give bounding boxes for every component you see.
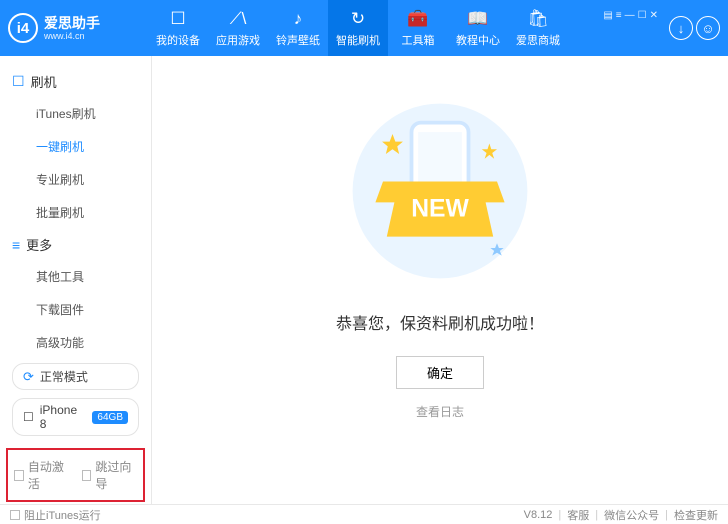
success-message: 恭喜您，保资料刷机成功啦！ (336, 310, 544, 334)
sidebar-item-batch-flash[interactable]: 批量刷机 (0, 196, 151, 229)
top-nav: ☐我的设备 ⟋\应用游戏 ♪铃声壁纸 ↻智能刷机 🧰工具箱 📖教程中心 🛍爱思商… (148, 0, 568, 56)
download-button[interactable]: ↓ (669, 16, 693, 40)
nav-store[interactable]: 🛍爱思商城 (508, 0, 568, 56)
view-log-link[interactable]: 查看日志 (416, 403, 464, 420)
nav-my-device[interactable]: ☐我的设备 (148, 0, 208, 56)
main-content: NEW 恭喜您，保资料刷机成功啦！ 确定 查看日志 (152, 56, 728, 504)
nav-flash[interactable]: ↻智能刷机 (328, 0, 388, 56)
sidebar-item-itunes-flash[interactable]: iTunes刷机 (0, 97, 151, 130)
success-illustration: NEW (345, 96, 535, 286)
nav-ringtones[interactable]: ♪铃声壁纸 (268, 0, 328, 56)
sidebar: ☐刷机 iTunes刷机 一键刷机 专业刷机 批量刷机 ≡更多 其他工具 下载固… (0, 56, 152, 504)
sidebar-item-firmware[interactable]: 下载固件 (0, 293, 151, 326)
menu-icon[interactable]: ≡ (616, 10, 622, 21)
support-link[interactable]: 客服 (567, 507, 589, 523)
phone-icon: ☐ (170, 9, 185, 29)
store-icon: 🛍 (527, 9, 549, 29)
group-flash[interactable]: ☐刷机 (0, 66, 151, 97)
book-icon: 📖 (467, 9, 488, 29)
skin-icon[interactable]: ▤ (603, 10, 612, 21)
list-icon: ≡ (12, 237, 20, 253)
sidebar-item-advanced[interactable]: 高级功能 (0, 326, 151, 359)
phone-icon: ☐ (23, 410, 34, 424)
checkbox-auto-activate[interactable]: 自动激活 (14, 458, 70, 492)
header-right: ▤ ≡ — ☐ ✕ ↓ ☺ (603, 16, 720, 40)
checkbox-block-itunes[interactable]: 阻止iTunes运行 (10, 507, 101, 523)
sync-icon: ⟳ (23, 369, 34, 385)
close-icon[interactable]: ✕ (650, 10, 658, 21)
group-more[interactable]: ≡更多 (0, 229, 151, 260)
checkbox-icon (14, 470, 24, 481)
app-name: 爱思助手 (44, 16, 100, 30)
device-mode[interactable]: ⟳正常模式 (12, 363, 139, 390)
checkbox-skip-guide[interactable]: 跳过向导 (82, 458, 138, 492)
highlight-box: 自动激活 跳过向导 (6, 448, 145, 502)
site-url: www.i4.cn (44, 32, 100, 41)
update-link[interactable]: 检查更新 (674, 507, 718, 523)
minimize-icon[interactable]: — (625, 10, 635, 21)
status-bar: 阻止iTunes运行 V8.12| 客服| 微信公众号| 检查更新 (0, 504, 728, 524)
title-bar: i4 爱思助手 www.i4.cn ☐我的设备 ⟋\应用游戏 ♪铃声壁纸 ↻智能… (0, 0, 728, 56)
apps-icon: ⟋\ (230, 9, 247, 29)
logo: i4 爱思助手 www.i4.cn (8, 13, 148, 43)
nav-tutorials[interactable]: 📖教程中心 (448, 0, 508, 56)
nav-toolbox[interactable]: 🧰工具箱 (388, 0, 448, 56)
refresh-icon: ↻ (351, 9, 365, 29)
storage-badge: 64GB (92, 411, 128, 424)
ringtone-icon: ♪ (294, 9, 303, 29)
checkbox-icon (10, 510, 20, 520)
svg-text:NEW: NEW (411, 196, 469, 223)
version-label: V8.12 (524, 509, 553, 521)
wechat-link[interactable]: 微信公众号 (604, 507, 659, 523)
device-row[interactable]: ☐ iPhone 8 64GB (12, 398, 139, 436)
phone-icon: ☐ (12, 73, 25, 90)
sidebar-item-oneclick-flash[interactable]: 一键刷机 (0, 130, 151, 163)
logo-icon: i4 (8, 13, 38, 43)
nav-apps[interactable]: ⟋\应用游戏 (208, 0, 268, 56)
sidebar-item-other-tools[interactable]: 其他工具 (0, 260, 151, 293)
checkbox-icon (82, 470, 92, 481)
user-button[interactable]: ☺ (696, 16, 720, 40)
maximize-icon[interactable]: ☐ (638, 10, 647, 21)
sidebar-item-pro-flash[interactable]: 专业刷机 (0, 163, 151, 196)
window-controls: ▤ ≡ — ☐ ✕ (603, 10, 658, 21)
ok-button[interactable]: 确定 (396, 356, 484, 389)
toolbox-icon: 🧰 (407, 9, 428, 29)
device-name: iPhone 8 (40, 403, 87, 431)
